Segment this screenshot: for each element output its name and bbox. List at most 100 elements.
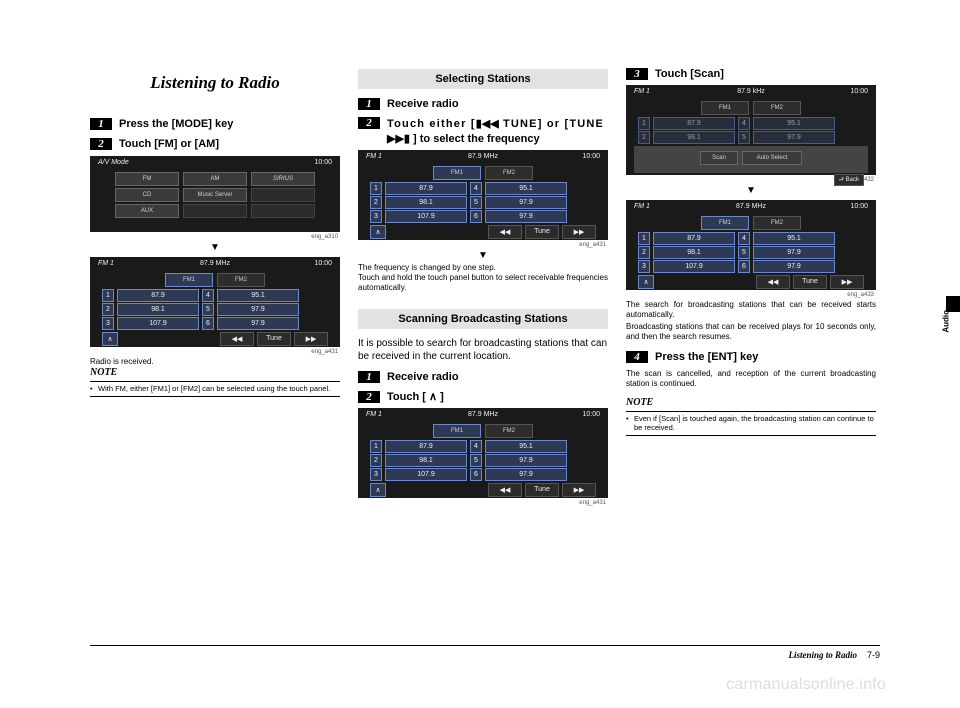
preset-num: 1 [638, 117, 650, 130]
step-number-icon: 4 [626, 351, 648, 363]
preset-freq[interactable]: 97.9 [485, 210, 567, 223]
preset-freq[interactable]: 95.1 [485, 182, 567, 195]
auto-select-button[interactable]: Auto Select [742, 151, 802, 165]
cd-button[interactable]: CD [115, 188, 179, 202]
preset-num[interactable]: 2 [370, 196, 382, 209]
preset-num[interactable]: 6 [738, 260, 750, 273]
step-text: Touch [Scan] [655, 67, 724, 81]
step-text: Touch [FM] or [AM] [119, 137, 219, 151]
music-server-button[interactable]: Music Server [183, 188, 247, 202]
tune-label: Tune [257, 332, 291, 346]
clock: 10:00 [314, 159, 332, 166]
screen-title: FM 1 [634, 88, 650, 95]
step-text: Receive radio [387, 97, 459, 111]
preset-num[interactable]: 6 [470, 468, 482, 481]
tune-next-button[interactable]: ▶▶ [830, 275, 864, 289]
am-button[interactable]: AM [183, 172, 247, 186]
preset-freq[interactable]: 97.9 [485, 196, 567, 209]
preset-freq[interactable]: 107.9 [653, 260, 735, 273]
preset-freq[interactable]: 107.9 [117, 317, 199, 330]
fm2-tab[interactable]: FM2 [485, 424, 533, 438]
preset-num[interactable]: 4 [738, 232, 750, 245]
tune-next-button[interactable]: ▶▶ [562, 225, 596, 239]
preset-freq[interactable]: 107.9 [385, 210, 467, 223]
chevron-up-icon[interactable]: ∧ [370, 483, 386, 497]
column-1: Listening to Radio 1 Press the [MODE] ke… [90, 65, 340, 655]
preset-freq[interactable]: 87.9 [385, 182, 467, 195]
fm1-tab[interactable]: FM1 [701, 216, 749, 230]
preset-num[interactable]: 3 [370, 210, 382, 223]
preset-freq[interactable]: 97.9 [217, 317, 299, 330]
preset-num[interactable]: 5 [202, 303, 214, 316]
preset-num[interactable]: 4 [470, 182, 482, 195]
divider [626, 435, 876, 436]
screenshot-av-mode: A/V Mode 10:00 FM AM SIRIUS CD Music Ser… [90, 156, 340, 232]
chevron-up-icon[interactable]: ∧ [638, 275, 654, 289]
preset-num[interactable]: 4 [202, 289, 214, 302]
preset-num[interactable]: 5 [470, 196, 482, 209]
preset-num[interactable]: 1 [102, 289, 114, 302]
page-title: Listening to Radio [90, 73, 340, 93]
preset-freq[interactable]: 98.1 [385, 196, 467, 209]
preset-num[interactable]: 2 [370, 454, 382, 467]
preset-freq[interactable]: 107.9 [385, 468, 467, 481]
back-button[interactable]: ⮐ Back [834, 174, 864, 186]
preset-num[interactable]: 1 [638, 232, 650, 245]
preset-freq[interactable]: 97.9 [753, 246, 835, 259]
preset-freq[interactable]: 95.1 [217, 289, 299, 302]
fm1-tab[interactable]: FM1 [701, 101, 749, 115]
preset-num[interactable]: 5 [738, 246, 750, 259]
preset-freq[interactable]: 95.1 [485, 440, 567, 453]
preset-freq[interactable]: 97.9 [485, 454, 567, 467]
preset-num[interactable]: 1 [370, 440, 382, 453]
fm2-tab[interactable]: FM2 [753, 216, 801, 230]
preset-num[interactable]: 4 [470, 440, 482, 453]
fm-button[interactable]: FM [115, 172, 179, 186]
preset-num[interactable]: 2 [638, 246, 650, 259]
scan-button[interactable]: Scan [700, 151, 738, 165]
fm2-tab[interactable]: FM2 [217, 273, 265, 287]
preset-freq[interactable]: 87.9 [385, 440, 467, 453]
fm1-tab[interactable]: FM1 [165, 273, 213, 287]
preset-num[interactable]: 1 [370, 182, 382, 195]
clock: 10:00 [850, 88, 868, 95]
chevron-up-icon[interactable]: ∧ [370, 225, 386, 239]
preset-num[interactable]: 3 [638, 260, 650, 273]
preset-freq[interactable]: 95.1 [753, 232, 835, 245]
chevron-up-icon[interactable]: ∧ [102, 332, 118, 346]
fm1-tab[interactable]: FM1 [433, 166, 481, 180]
preset-freq[interactable]: 98.1 [653, 246, 735, 259]
fm1-tab[interactable]: FM1 [433, 424, 481, 438]
preset-freq[interactable]: 98.1 [117, 303, 199, 316]
preset-freq[interactable]: 97.9 [753, 260, 835, 273]
note-heading: NOTE [90, 367, 340, 378]
preset-num[interactable]: 5 [470, 454, 482, 467]
preset-freq[interactable]: 98.1 [385, 454, 467, 467]
preset-freq[interactable]: 97.9 [485, 468, 567, 481]
preset-freq[interactable]: 87.9 [653, 232, 735, 245]
preset-num[interactable]: 2 [102, 303, 114, 316]
preset-num[interactable]: 6 [470, 210, 482, 223]
tune-prev-button[interactable]: ◀◀ [488, 483, 522, 497]
aux-button[interactable]: AUX [115, 204, 179, 218]
preset-freq[interactable]: 97.9 [217, 303, 299, 316]
step-2: 2 Touch either [▮◀◀ TUNE] or [TUNE ▶▶▮ ]… [358, 117, 608, 146]
sirius-button[interactable]: SIRIUS [251, 172, 315, 186]
tune-prev-button[interactable]: ◀◀ [756, 275, 790, 289]
fm2-tab[interactable]: FM2 [753, 101, 801, 115]
preset-freq[interactable]: 87.9 [117, 289, 199, 302]
step-text: Receive radio [387, 370, 459, 384]
preset-num[interactable]: 3 [370, 468, 382, 481]
tune-next-button[interactable]: ▶▶ [294, 332, 328, 346]
preset-num[interactable]: 6 [202, 317, 214, 330]
tune-next-button[interactable]: ▶▶ [562, 483, 596, 497]
watermark: carmanualsonline.info [726, 676, 886, 694]
tune-prev-button[interactable]: ◀◀ [488, 225, 522, 239]
screenshot-fm-presets: FM 1 87.9 MHz 10:00 FM1FM2 187.9495.1 29… [358, 408, 608, 498]
preset-row: 1 87.9 4 95.1 [102, 289, 328, 302]
fm2-tab[interactable]: FM2 [485, 166, 533, 180]
preset-num[interactable]: 3 [102, 317, 114, 330]
screenshot-scan-popup: FM 1 87.9 kHz 10:00 FM1FM2 187.9495.1 29… [626, 85, 876, 175]
tune-prev-button[interactable]: ◀◀ [220, 332, 254, 346]
clock: 10:00 [582, 153, 600, 160]
